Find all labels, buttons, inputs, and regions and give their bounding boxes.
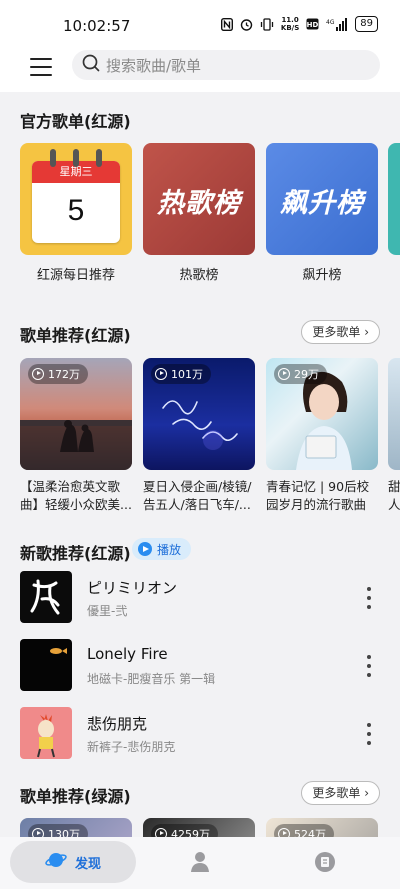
section-title-playlist-green: 歌单推荐(绿源) [20,787,131,806]
playlist-title-peek[interactable]: 甜人 [388,478,400,514]
nav-discover-label: 发现 [74,856,101,872]
section-title-playlist-red: 歌单推荐(红源) [20,326,131,345]
signal-icon: 4G [326,17,348,31]
play-icon [138,542,152,556]
more-playlists-button[interactable]: 更多歌单 › [301,320,380,344]
official-label[interactable]: 热歌榜 [143,264,255,283]
main-content: 官方歌单(红源) 星期三 5 红源每日推荐 热歌榜 热歌榜 飙升榜 飙升榜 歌单… [0,92,400,837]
more-options-icon[interactable] [366,587,372,609]
top-bar: 搜索歌曲/歌单 [0,50,400,92]
playlist-cover[interactable]: 524万 [266,818,378,837]
play-count-badge: 524万 [274,824,334,837]
playlist-title[interactable]: 夏日入侵企画/棱镜/告五人/落日飞车/... [143,478,255,514]
song-cover [20,639,72,691]
calendar-ring [50,149,56,167]
play-count-badge: 29万 [274,364,327,384]
play-count-badge: 130万 [28,824,88,837]
official-card-peek[interactable] [388,143,400,255]
playlist-cover[interactable]: 29万 [266,358,378,470]
calendar-ring [73,149,79,167]
more-playlists-green-button[interactable]: 更多歌单 › [301,781,380,805]
play-count: 524万 [294,828,326,837]
song-artist-album: 優里-弐 [87,604,128,618]
song-cover [20,571,72,623]
nav-discover[interactable]: 发现 [10,841,136,883]
svg-text:HD: HD [307,21,319,29]
bottom-nav: 发现 [0,837,400,889]
section-title-new-songs: 新歌推荐(红源) [20,544,131,563]
vibrate-icon [260,17,274,31]
planet-icon [45,849,67,875]
play-count-badge: 101万 [151,364,211,384]
calendar-icon: 星期三 5 [32,161,120,243]
more-options-icon[interactable] [366,723,372,745]
calendar-ring [96,149,102,167]
net-speed: 11.0 KB/S [281,16,299,32]
rising-chart-cover[interactable]: 飙升榜 [266,143,378,255]
song-cover [20,707,72,759]
play-all-label: 播放 [157,542,182,557]
battery-indicator: 89 [355,16,378,32]
play-count-badge: 4259万 [151,824,218,837]
nfc-icon [220,17,233,31]
play-count: 4259万 [171,828,210,837]
official-label[interactable]: 红源每日推荐 [20,264,132,283]
status-time: 10:02:57 [63,17,131,35]
official-label[interactable]: 飙升榜 [266,264,378,283]
song-artist-album: 地磁卡-肥瘦音乐 第一辑 [87,672,216,686]
song-row[interactable]: Lonely Fire 地磁卡-肥瘦音乐 第一辑 [0,639,400,699]
play-count-icon [278,368,290,380]
svg-text:4G: 4G [326,19,335,26]
play-count-icon [32,828,44,837]
play-count: 101万 [171,368,203,381]
hot-chart-cover[interactable]: 热歌榜 [143,143,255,255]
alarm-icon [240,18,253,31]
song-row[interactable]: 悲伤朋克 新裤子-悲伤朋克 [0,707,400,767]
calendar-day: 5 [67,194,85,227]
play-count-icon [32,368,44,380]
song-artist-album: 新裤子-悲伤朋克 [87,740,176,754]
nav-library-icon[interactable] [314,851,336,877]
play-count: 29万 [294,368,319,381]
nav-profile-icon[interactable] [190,851,210,877]
calligraphy-illustration [30,579,60,615]
playlist-cover[interactable]: 172万 [20,358,132,470]
daily-recommend-cover[interactable]: 星期三 5 [20,143,132,255]
search-placeholder: 搜索歌曲/歌单 [106,56,202,75]
song-title: 悲伤朋克 [87,715,148,733]
playlist-title[interactable]: 青春记忆 | 90后校园岁月的流行歌曲 [266,478,378,514]
more-options-icon[interactable] [366,655,372,677]
play-all-button[interactable]: 播放 [132,538,192,560]
punk-character-illustration [37,714,55,758]
net-speed-unit: KB/S [280,24,300,32]
status-icons: 11.0 KB/S HD 4G 89 [220,16,378,32]
playlist-cover[interactable]: 130万 [20,818,132,837]
song-row[interactable]: ピリミリオン 優里-弐 [0,571,400,631]
rising-chart-cover-text: 飙升榜 [280,188,364,219]
playlist-cover[interactable]: 101万 [143,358,255,470]
playlist-cover[interactable]: 4259万 [143,818,255,837]
fish-illustration [50,648,67,654]
play-count: 130万 [48,828,80,837]
menu-icon[interactable] [30,58,52,76]
net-speed-value: 11.0 [281,16,299,24]
search-input[interactable]: 搜索歌曲/歌单 [72,50,380,80]
play-count-icon [155,368,167,380]
status-bar: 10:02:57 11.0 KB/S HD 4G 89 [0,0,400,50]
play-count: 172万 [48,368,80,381]
search-icon [82,54,100,76]
song-title: Lonely Fire [87,645,168,663]
play-count-icon [278,828,290,837]
play-count-icon [155,828,167,837]
playlist-title[interactable]: 【温柔治愈英文歌曲】轻缓小众欧美... [20,478,132,514]
song-title: ピリミリオン [87,579,178,597]
playlist-card-peek[interactable] [388,358,400,470]
play-count-badge: 172万 [28,364,88,384]
section-title-official: 官方歌单(红源) [20,112,131,131]
hot-chart-cover-text: 热歌榜 [157,188,241,219]
hd-icon: HD [306,18,319,30]
